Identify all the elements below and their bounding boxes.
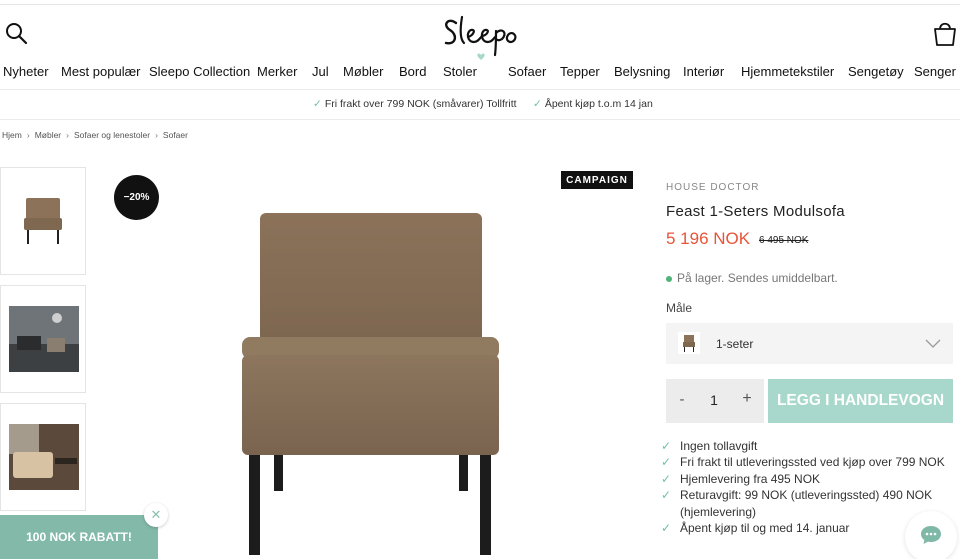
product-old-price: 6 495 NOK <box>759 235 809 246</box>
discount-badge: −20% <box>114 175 159 220</box>
benefit-item: ✓ Returavgift: 99 NOK (utleveringssted) 4… <box>661 488 933 519</box>
chat-button[interactable] <box>905 511 957 559</box>
product-price: 5 196 NOK <box>666 229 751 248</box>
quantity-value[interactable]: 1 <box>706 392 722 408</box>
nav-item-stoler[interactable]: Stoler <box>443 64 477 79</box>
nav-item-jul[interactable]: Jul <box>312 64 329 79</box>
product-thumbnail-3[interactable] <box>0 403 86 511</box>
nav-item-mest-populaer[interactable]: Mest populær <box>61 64 140 79</box>
breadcrumb-item-hjem[interactable]: Hjem <box>2 130 22 140</box>
chevron-right-icon: › <box>26 130 30 140</box>
size-select[interactable]: 1-seter <box>666 323 953 364</box>
usp-bar: ✓ Fri frakt over 799 NOK (småvarer) Tollf… <box>0 89 960 120</box>
living-room-image <box>9 424 79 490</box>
benefit-item: ✓ Fri frakt til utleveringssted ved kjøp … <box>661 455 945 470</box>
nav-item-interior[interactable]: Interiør <box>683 64 724 79</box>
close-icon[interactable]: ✕ <box>144 503 168 527</box>
search-icon[interactable] <box>4 21 28 45</box>
campaign-badge: CAMPAIGN <box>561 171 633 189</box>
add-to-cart-button[interactable]: LEGG I HANDLEVOGN <box>768 379 953 423</box>
breadcrumb-item-sofaer-og-lenestoler[interactable]: Sofaer og lenestoler <box>74 130 150 140</box>
nav-item-bord[interactable]: Bord <box>399 64 426 79</box>
check-icon: ✓ <box>661 488 672 503</box>
benefit-item: ✓ Ingen tollavgift <box>661 439 758 453</box>
chevron-right-icon: › <box>155 130 158 140</box>
product-title: Feast 1-Seters Modulsofa <box>666 203 845 220</box>
check-icon: ✓ <box>661 439 672 453</box>
nav-item-nyheter[interactable]: Nyheter <box>3 64 49 79</box>
nav-item-sengetoy[interactable]: Sengetøy <box>848 64 904 79</box>
product-brand[interactable]: HOUSE DOCTOR <box>666 182 760 193</box>
sofa-thumbnail-image <box>24 198 62 244</box>
breadcrumb: Hjem › Møbler › Sofaer og lenestoler › Sofaer <box>2 130 188 140</box>
nav-item-tepper[interactable]: Tepper <box>560 64 600 79</box>
nav-item-belysning[interactable]: Belysning <box>614 64 670 79</box>
nav-item-sleepo-collection[interactable]: Sleepo Collection <box>149 64 250 79</box>
usp-item-free-shipping: ✓ Fri frakt over 799 NOK (småvarer) Tollf… <box>313 98 517 110</box>
sleepo-logo[interactable] <box>438 9 524 63</box>
product-thumbnail-1[interactable] <box>0 167 86 275</box>
check-icon: ✓ <box>661 521 672 536</box>
product-main-image[interactable] <box>230 205 510 559</box>
site-header <box>0 5 960 62</box>
quantity-stepper: - 1 + <box>666 379 764 423</box>
nav-item-mobler[interactable]: Møbler <box>343 64 383 79</box>
check-icon: ✓ <box>313 98 322 110</box>
breadcrumb-item-sofaer[interactable]: Sofaer <box>163 130 188 140</box>
check-icon: ✓ <box>661 455 672 470</box>
discount-promo-tab[interactable]: 100 NOK RABATT! <box>0 515 158 559</box>
chevron-right-icon: › <box>66 130 69 140</box>
chat-bubble-icon <box>921 526 941 544</box>
breadcrumb-item-mobler[interactable]: Møbler <box>35 130 61 140</box>
size-label: Måle <box>666 301 693 315</box>
stock-status-dot <box>666 275 672 282</box>
benefit-item: ✓ Hjemlevering fra 495 NOK <box>661 471 821 486</box>
nav-item-merker[interactable]: Merker <box>257 64 297 79</box>
quantity-decrease-button[interactable]: - <box>674 391 690 408</box>
size-select-value: 1-seter <box>716 337 754 351</box>
size-option-thumbnail <box>678 332 700 354</box>
shopping-bag-icon[interactable] <box>932 19 958 47</box>
check-icon: ✓ <box>533 98 542 110</box>
check-icon: ✓ <box>661 471 672 486</box>
chevron-down-icon <box>925 339 941 348</box>
stock-status: På lager. Sendes umiddelbart. <box>666 271 838 285</box>
nav-item-sofaer[interactable]: Sofaer <box>508 64 546 79</box>
usp-item-open-purchase: ✓ Åpent kjøp t.o.m 14 jan <box>533 98 653 110</box>
product-thumbnail-2[interactable] <box>0 285 86 393</box>
room-scene-image <box>9 306 79 372</box>
quantity-increase-button[interactable]: + <box>739 390 755 408</box>
nav-item-hjemmetekstiler[interactable]: Hjemmetekstiler <box>741 64 834 79</box>
nav-item-senger[interactable]: Senger <box>914 64 956 79</box>
main-navigation: Nyheter Mest populær Sleepo Collection M… <box>0 62 960 86</box>
